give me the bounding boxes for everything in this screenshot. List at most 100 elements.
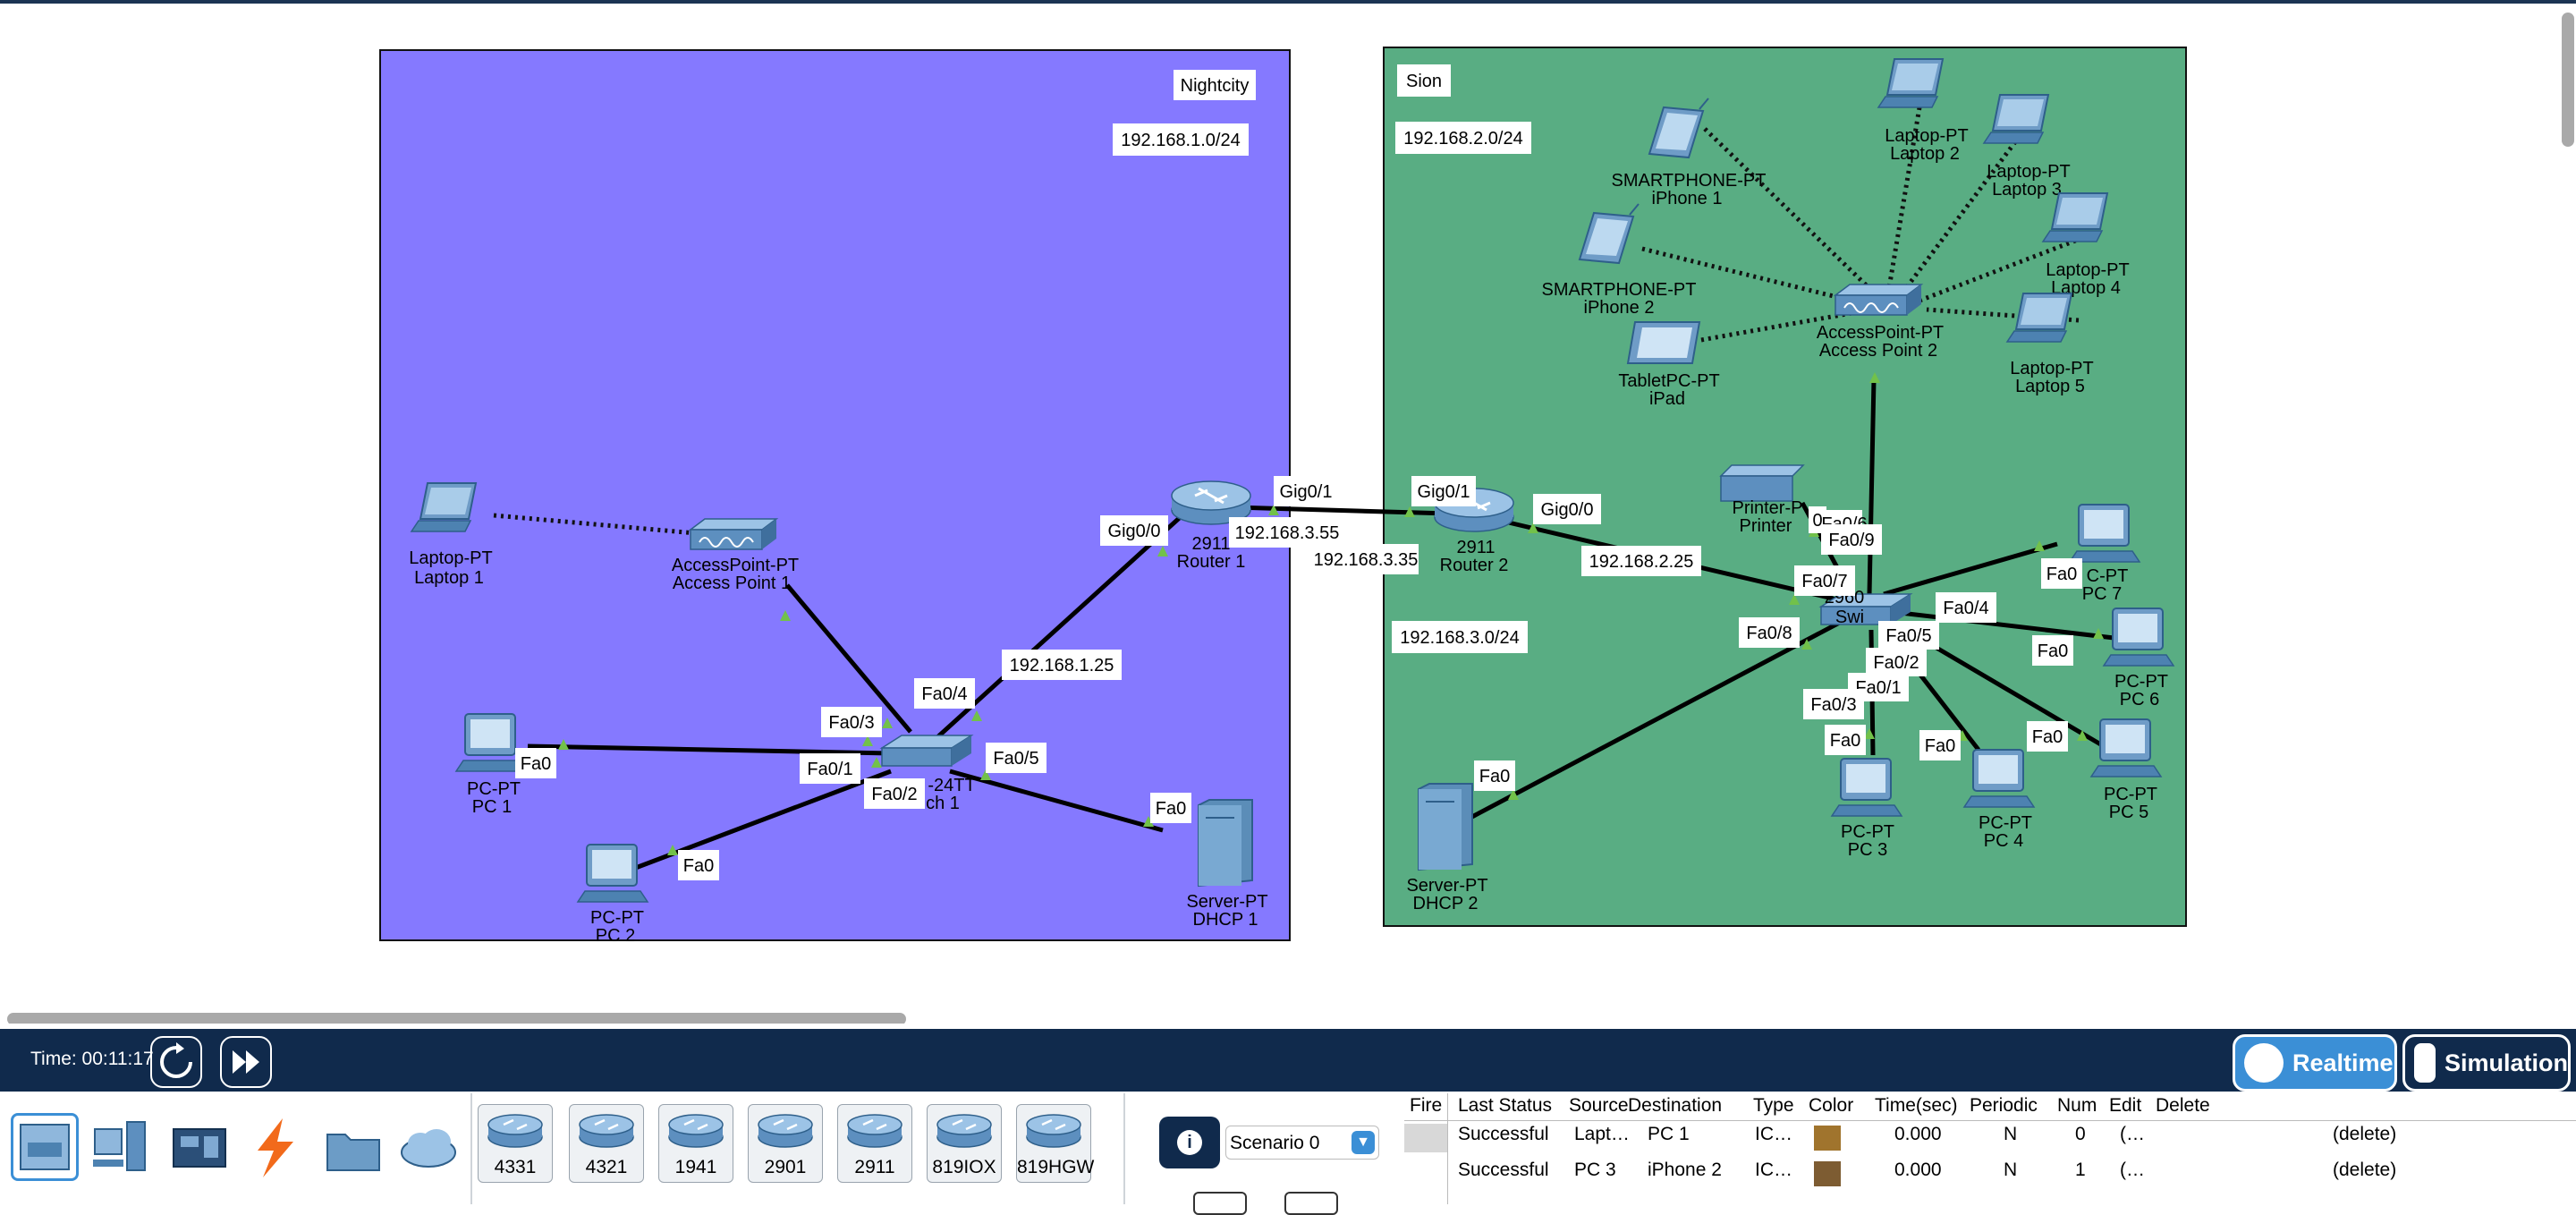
device-model-label: C-PT	[2087, 566, 2129, 586]
scenario-value: Scenario 0	[1230, 1133, 1320, 1153]
port-label: Fa0	[1919, 730, 1961, 760]
device-model-label: 819HGW	[1017, 1157, 1095, 1177]
tablet-icon	[1627, 321, 1700, 364]
device-name-label: Swi	[1835, 608, 1864, 627]
simulation-mode-button[interactable]: Simulation	[2402, 1034, 2571, 1092]
device-model-2911[interactable]: 2911	[837, 1104, 912, 1183]
device-model-label: AccessPoint-PT	[672, 556, 799, 575]
note-text: Sion	[1406, 72, 1442, 91]
pdu-cell: PC 1	[1648, 1124, 1690, 1144]
device-model-label: PC-PT	[2114, 672, 2168, 692]
pdu-column-header[interactable]: Fire	[1410, 1095, 1442, 1117]
fire-cell-selected[interactable]	[1404, 1124, 1447, 1152]
router-icon	[758, 1114, 813, 1148]
access-point-icon	[1835, 284, 1922, 316]
device-model-819IOX[interactable]: 819IOX	[927, 1104, 1002, 1183]
multiuser-category[interactable]	[397, 1117, 460, 1179]
pc-icon	[1963, 749, 2035, 808]
device-name-label: PC 4	[1984, 831, 2023, 851]
power-cycle-button[interactable]	[150, 1036, 202, 1088]
pdu-column-header[interactable]: Source	[1569, 1095, 1629, 1117]
device-model-label: PC-PT	[467, 779, 521, 799]
subnet-label-sion-1[interactable]: 192.168.2.0/24	[1395, 122, 1531, 154]
logical-workspace[interactable]: Laptop-PT Laptop 1 AccessPoint-PT Access…	[0, 4, 2576, 1024]
svg-text:Fa0: Fa0	[1156, 799, 1186, 819]
delete-scenario-button[interactable]	[1284, 1192, 1338, 1215]
svg-text:Fa0/9: Fa0/9	[1828, 531, 1874, 550]
pdu-column-header[interactable]: Delete	[2156, 1095, 2210, 1117]
device-model-label: 4331	[494, 1157, 537, 1177]
new-scenario-button[interactable]	[1193, 1192, 1247, 1215]
end-devices-category[interactable]	[89, 1117, 152, 1179]
topology-canvas[interactable]: Laptop-PT Laptop 1 AccessPoint-PT Access…	[0, 4, 2576, 1024]
pdu-column-header[interactable]: Last Status	[1458, 1095, 1552, 1117]
port-label: Fa0/3	[821, 707, 882, 737]
device-model-label: SMARTPHONE-PT	[1542, 280, 1697, 300]
device-name-label: Router 2	[1440, 556, 1509, 575]
device-model-2901[interactable]: 2901	[748, 1104, 823, 1183]
router-icon	[936, 1114, 992, 1148]
svg-text:Fa0: Fa0	[1479, 767, 1510, 786]
device-model-4331[interactable]: 4331	[478, 1104, 553, 1183]
pdu-column-header[interactable]: Num	[2057, 1095, 2097, 1117]
device-name-label: DHCP 2	[1413, 894, 1479, 913]
device-model-label: Laptop-PT	[2046, 260, 2129, 280]
device-name-label: PC 6	[2120, 690, 2159, 709]
scenario-info-button[interactable]: i	[1159, 1117, 1220, 1168]
device-model-819HGW[interactable]: 819HGW	[1016, 1104, 1095, 1183]
palette-divider	[470, 1093, 472, 1204]
device-name-label: Laptop 3	[1992, 180, 2062, 200]
port-label: Fa0/5	[1878, 621, 1939, 650]
device-name-label: Access Point 1	[673, 574, 791, 593]
pdu-column-header[interactable]: Time(sec)	[1875, 1095, 1958, 1117]
components-icon	[173, 1128, 226, 1168]
connections-category[interactable]	[243, 1117, 306, 1179]
device-model-label: Laptop-PT	[2010, 359, 2093, 378]
port-label: Gig0/1	[1411, 476, 1476, 506]
device-model-4321[interactable]: 4321	[569, 1104, 644, 1183]
area-label-nightcity[interactable]: Nightcity	[1174, 70, 1256, 100]
device-model-label: Laptop-PT	[1987, 162, 2070, 182]
device-model-label: Laptop-PT	[1885, 126, 1968, 146]
pdu-cell: Lapt…	[1574, 1124, 1630, 1144]
clock-icon	[2244, 1043, 2284, 1083]
subnet-label-sion-2[interactable]: 192.168.3.0/24	[1392, 621, 1528, 653]
miscellaneous-category[interactable]	[322, 1117, 385, 1179]
subnet-label-nightcity[interactable]: 192.168.1.0/24	[1113, 123, 1249, 156]
realtime-mode-button[interactable]: Realtime	[2233, 1034, 2397, 1092]
connections-icon	[258, 1118, 293, 1177]
pdu-color-swatch	[1814, 1126, 1841, 1151]
horizontal-scrollbar[interactable]	[7, 1013, 906, 1024]
chevron-down-icon: ▼	[1352, 1131, 1375, 1154]
pdu-cell[interactable]: (delete)	[2333, 1124, 2396, 1145]
svg-text:Fa0: Fa0	[683, 856, 714, 876]
svg-text:Fa0/5: Fa0/5	[993, 749, 1038, 769]
pdu-column-header[interactable]: Destination	[1628, 1095, 1722, 1117]
port-label: Fa0/5	[986, 743, 1046, 773]
components-category[interactable]	[168, 1117, 231, 1179]
vertical-scrollbar[interactable]	[2562, 13, 2574, 147]
scenario-select[interactable]: Scenario 0 ▼	[1225, 1126, 1379, 1160]
area-label-sion[interactable]: Sion	[1397, 64, 1451, 97]
port-label: Fa0	[2027, 721, 2068, 752]
fast-forward-button[interactable]	[220, 1036, 272, 1088]
device-name-label: Printer	[1740, 516, 1792, 536]
access-point-icon	[690, 518, 777, 550]
pdu-column-header[interactable]: Periodic	[1970, 1095, 2038, 1117]
device-model-1941[interactable]: 1941	[658, 1104, 733, 1183]
server-icon	[1198, 799, 1253, 887]
device-name-label: PC 3	[1848, 840, 1887, 860]
network-devices-category[interactable]	[11, 1113, 79, 1181]
pdu-header-divider	[1404, 1120, 2576, 1121]
router-icon	[579, 1114, 634, 1148]
pdu-column-header[interactable]: Color	[1809, 1095, 1853, 1117]
port-label: Fa0	[678, 850, 719, 880]
pdu-column-header[interactable]: Type	[1753, 1095, 1794, 1117]
device-name-label: Laptop 5	[2015, 377, 2085, 396]
note-text: 192.168.3.0/24	[1400, 628, 1519, 648]
pdu-cell[interactable]: (delete)	[2333, 1160, 2396, 1181]
pdu-cell: 1	[2075, 1160, 2086, 1180]
device-model-label: Printer-P	[1733, 498, 1803, 518]
pdu-cell: (…	[2120, 1160, 2145, 1180]
pdu-column-header[interactable]: Edit	[2109, 1095, 2141, 1117]
